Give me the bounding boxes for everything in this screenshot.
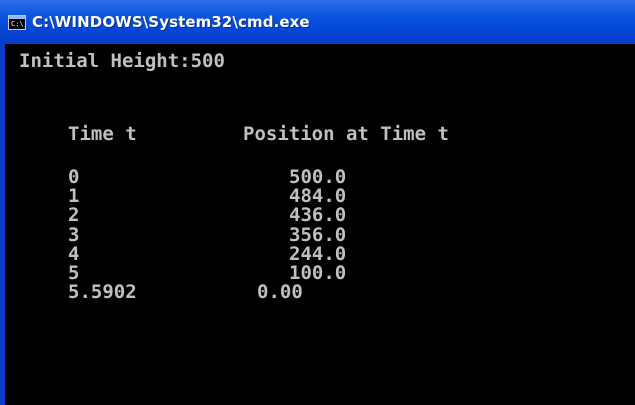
row-position: 436.0: [289, 204, 347, 226]
header-position: Position at Time t: [243, 123, 449, 145]
window-title: C:\WINDOWS\System32\cmd.exe: [32, 13, 310, 31]
title-bar[interactable]: C:\ C:\WINDOWS\System32\cmd.exe: [0, 0, 635, 44]
row-position: 0.00: [257, 281, 303, 303]
initial-height-line: Initial Height:500: [19, 50, 225, 72]
console-output[interactable]: Initial Height:500 Time t Position at Ti…: [0, 44, 635, 405]
header-time: Time t: [68, 123, 137, 145]
cmd-icon-bar: [9, 15, 25, 19]
cmd-icon[interactable]: C:\: [8, 14, 26, 30]
row-time: 5.5902: [68, 281, 137, 303]
row-time: 2: [68, 204, 80, 226]
cmd-icon-text: C:\: [11, 19, 24, 28]
cmd-window: C:\ C:\WINDOWS\System32\cmd.exe Initial …: [0, 0, 635, 405]
